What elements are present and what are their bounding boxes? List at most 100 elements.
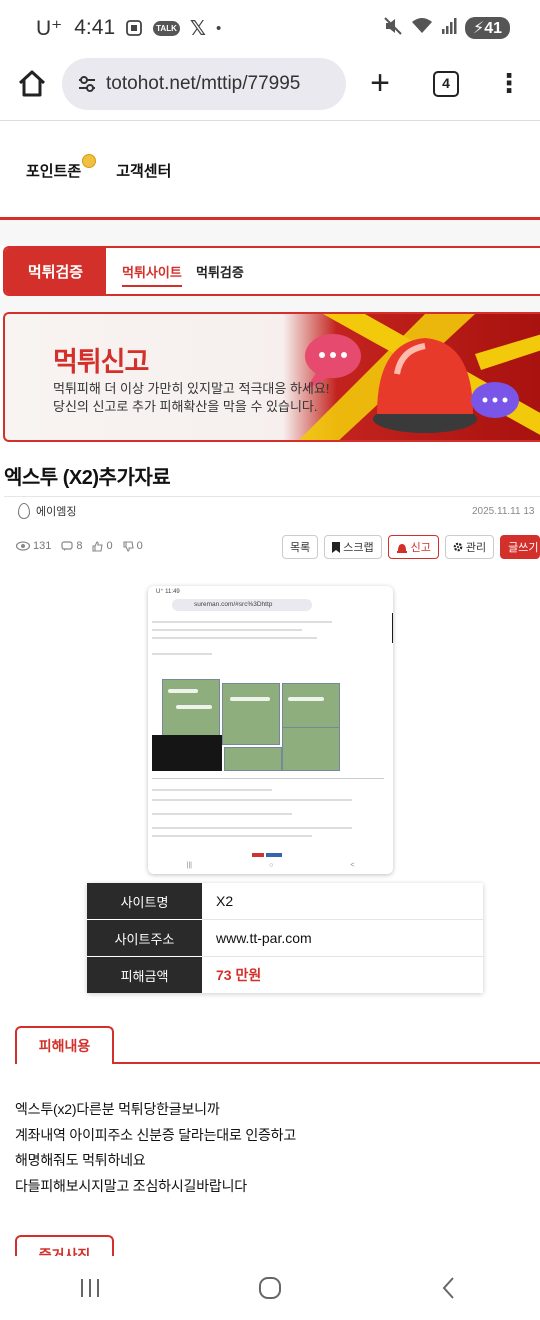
battery-level: 41	[484, 20, 502, 37]
text-line	[152, 621, 332, 623]
list-button[interactable]: 목록	[282, 535, 319, 559]
eye-icon	[16, 541, 30, 551]
chat-capture	[282, 727, 340, 771]
chat-bubble	[288, 697, 324, 701]
chat-capture	[224, 747, 282, 771]
list-label: 목록	[290, 542, 311, 554]
egg-level-icon	[18, 503, 30, 519]
embedded-nav-back: <	[350, 862, 355, 869]
damage-content: 엑스투(x2)다른분 먹튀당한글보니까 계좌내역 아이피주소 신분증 달라는대로…	[15, 1097, 296, 1199]
author-name[interactable]: 에이엠징	[36, 503, 76, 519]
likes-stat: 0	[92, 540, 113, 552]
info-value[interactable]: www.tt-par.com	[216, 920, 312, 956]
chat-bubble	[168, 689, 198, 693]
embedded-status-bar: U⁺ 11:49	[156, 589, 180, 595]
url-text[interactable]: totohot.net/mttip/77995	[106, 73, 300, 95]
status-bar: U⁺ 4:41 TALK 𝕏 • ⚡41	[0, 0, 540, 56]
author-info[interactable]: 에이엠징	[18, 503, 76, 519]
scrap-button[interactable]: 스크랩	[324, 535, 382, 559]
embedded-nav: ||| ○ <	[148, 862, 393, 874]
comments-count: 8	[76, 540, 83, 552]
comment-line	[152, 789, 272, 791]
recent-apps-button[interactable]	[65, 1268, 115, 1308]
nav-item-point-zone[interactable]: 포인트존	[26, 154, 97, 181]
tab-mttip-verify[interactable]: 먹튀검증	[196, 262, 244, 281]
back-button[interactable]	[425, 1268, 475, 1308]
more-icon[interactable]: ⋮	[496, 70, 522, 100]
embedded-url-bar: sureman.com/#src%3Dhttp	[172, 599, 312, 611]
battery-indicator: ⚡41	[464, 17, 510, 39]
x-icon: 𝕏	[189, 17, 206, 40]
new-tab-button[interactable]: +	[365, 66, 395, 102]
home-button[interactable]	[14, 66, 50, 102]
thumb-down-icon	[123, 540, 134, 552]
comment-line	[152, 799, 352, 801]
recent-apps-icon	[81, 1279, 99, 1297]
site-info-table: 사이트명 X2 사이트주소 www.tt-par.com 피해금액 73 만원	[87, 883, 483, 993]
home-icon	[18, 70, 46, 97]
info-label: 사이트주소	[87, 920, 202, 956]
thumb-up-icon	[92, 540, 104, 552]
embedded-url: sureman.com/#src%3Dhttp	[194, 601, 273, 608]
status-right: ⚡41	[383, 16, 510, 41]
views-stat: 131	[16, 540, 51, 552]
text-line	[152, 653, 212, 655]
info-row-site-name: 사이트명 X2	[87, 883, 483, 919]
tab-count: 4	[442, 75, 450, 91]
banner-line-1: 먹튀피해 더 이상 가만히 있지말고 적극대응 하세요!	[53, 381, 330, 396]
comments-stat: 8	[61, 540, 82, 552]
report-banner[interactable]: 먹튀신고 먹튀피해 더 이상 가만히 있지말고 적극대응 하세요! 당신의 신고…	[3, 312, 540, 442]
info-row-damage-amount: 피해금액 73 만원	[87, 957, 483, 993]
back-icon	[442, 1277, 454, 1299]
address-bar[interactable]: totohot.net/mttip/77995	[62, 58, 346, 110]
gray-band	[0, 220, 540, 246]
screenshot-icon	[125, 19, 143, 37]
dislikes-stat: 0	[123, 540, 143, 552]
info-value: X2	[216, 893, 234, 909]
write-label: 글쓰기	[508, 542, 539, 554]
toolbar-divider	[0, 120, 540, 121]
info-label: 사이트명	[87, 883, 202, 919]
chat-bubble	[230, 697, 270, 701]
nav-item-customer-center[interactable]: 고객센터	[116, 160, 171, 181]
comment-line	[152, 835, 312, 837]
dislikes-count: 0	[136, 540, 143, 552]
comment-line	[152, 827, 352, 829]
banner-text: 먹튀피해 더 이상 가만히 있지말고 적극대응 하세요! 당신의 신고로 추가 …	[53, 380, 329, 416]
likes-count: 0	[106, 540, 113, 552]
scrap-label: 스크랩	[343, 542, 374, 554]
post-title: 엑스투 (X2)추가자료	[4, 467, 171, 489]
chat-capture	[222, 683, 280, 745]
embedded-screenshot[interactable]: U⁺ 11:49 sureman.com/#src%3Dhttp ||| ○ <	[148, 586, 393, 874]
divider	[4, 496, 540, 497]
comment-line	[152, 813, 292, 815]
damage-line: 해명해줘도 먹튀하네요	[15, 1152, 146, 1169]
manage-label: 관리	[465, 542, 487, 554]
tab-switcher-button[interactable]: 4	[433, 71, 459, 97]
tab-mttip-sites[interactable]: 먹튀사이트	[122, 262, 182, 287]
info-row-site-url: 사이트주소 www.tt-par.com	[87, 920, 483, 956]
views-count: 131	[33, 540, 52, 552]
home-nav-button[interactable]	[245, 1268, 295, 1308]
text-line	[152, 629, 302, 631]
embedded-button	[266, 853, 282, 857]
top-nav: 포인트존 고객센터	[26, 154, 171, 181]
tune-icon[interactable]	[76, 73, 98, 95]
banner-line-2: 당신의 신고로 추가 피해확산을 막을 수 있습니다.	[53, 399, 318, 414]
write-button[interactable]: 글쓰기	[500, 535, 540, 559]
mute-icon	[383, 16, 403, 41]
banner-title: 먹튀신고	[53, 347, 149, 377]
post-stats: 131 8 0 0	[16, 540, 143, 552]
category-bar: 먹튀검증 먹튀사이트 먹튀검증	[3, 246, 540, 296]
plus-icon: +	[370, 64, 390, 102]
divider	[152, 778, 384, 779]
category-main-label[interactable]: 먹튀검증	[5, 248, 106, 294]
manage-button[interactable]: 관리	[444, 535, 495, 559]
browser-toolbar: totohot.net/mttip/77995 + 4 ⋮	[0, 56, 540, 118]
report-button[interactable]: 신고	[387, 535, 439, 559]
damage-section-tab: 피해내용	[15, 1026, 114, 1064]
kakaotalk-icon: TALK	[153, 20, 180, 36]
embedded-nav-recent: |||	[186, 862, 192, 869]
embedded-nav-home: ○	[269, 862, 274, 869]
coin-icon	[82, 154, 97, 168]
